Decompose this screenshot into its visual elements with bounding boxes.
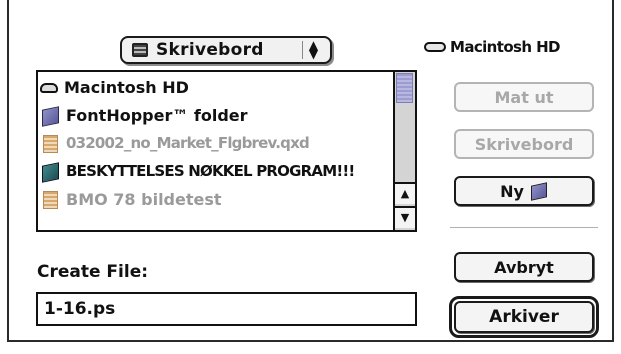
- popup-arrows-icon: ▲ ▼: [302, 39, 324, 60]
- list-item: BMO 78 bildetest: [40, 186, 222, 212]
- list-item: 032002_no_Market_Flgbrev.qxd: [40, 130, 310, 156]
- list-item-label: FontHopper™ folder: [66, 105, 248, 125]
- save-dialog: Skrivebord ▲ ▼ Macintosh HD Macintosh HD …: [0, 0, 621, 354]
- button-divider: [450, 227, 598, 228]
- volume-label: Macintosh HD: [450, 38, 560, 56]
- list-item-label: BESKYTTELSES NØKKEL PROGRAM!!!: [66, 162, 355, 180]
- location-popup[interactable]: Skrivebord ▲ ▼: [120, 36, 332, 64]
- save-button[interactable]: Arkiver: [454, 301, 594, 333]
- document-icon: [40, 190, 60, 209]
- folder-icon: [40, 106, 60, 124]
- file-list[interactable]: Macintosh HD FontHopper™ folder 032002_n…: [36, 70, 417, 232]
- document-icon: [40, 134, 60, 153]
- location-popup-label: Skrivebord: [156, 40, 264, 60]
- vertical-scrollbar[interactable]: ▲ ▼: [393, 72, 415, 230]
- list-item[interactable]: BESKYTTELSES NØKKEL PROGRAM!!!: [40, 158, 355, 184]
- desktop-icon: [132, 43, 148, 57]
- new-folder-button[interactable]: Ny: [454, 176, 594, 206]
- cancel-button[interactable]: Avbryt: [454, 252, 594, 282]
- list-item-label: Macintosh HD: [64, 77, 189, 97]
- list-item[interactable]: FontHopper™ folder: [40, 102, 248, 128]
- create-file-label: Create File:: [37, 262, 149, 282]
- folder-icon: [530, 183, 548, 199]
- dialog-border-right: [612, 0, 614, 342]
- scroll-down-button[interactable]: ▼: [395, 206, 415, 228]
- scroll-thumb[interactable]: [396, 73, 413, 103]
- hard-disk-icon: [40, 83, 58, 93]
- list-item[interactable]: Macintosh HD: [40, 74, 189, 100]
- filename-input[interactable]: [36, 292, 417, 326]
- desktop-button[interactable]: Skrivebord: [454, 129, 594, 159]
- scroll-up-button[interactable]: ▲: [395, 182, 415, 204]
- dialog-border-bottom: [7, 340, 614, 342]
- hard-disk-icon: [424, 42, 446, 52]
- dialog-border-left: [7, 0, 9, 342]
- volume-indicator: Macintosh HD: [424, 38, 560, 56]
- eject-button[interactable]: Mat ut: [454, 82, 594, 112]
- list-item-label: 032002_no_Market_Flgbrev.qxd: [66, 134, 310, 152]
- list-item-label: BMO 78 bildetest: [66, 189, 222, 209]
- new-folder-label: Ny: [500, 181, 524, 201]
- folder-icon: [40, 162, 60, 180]
